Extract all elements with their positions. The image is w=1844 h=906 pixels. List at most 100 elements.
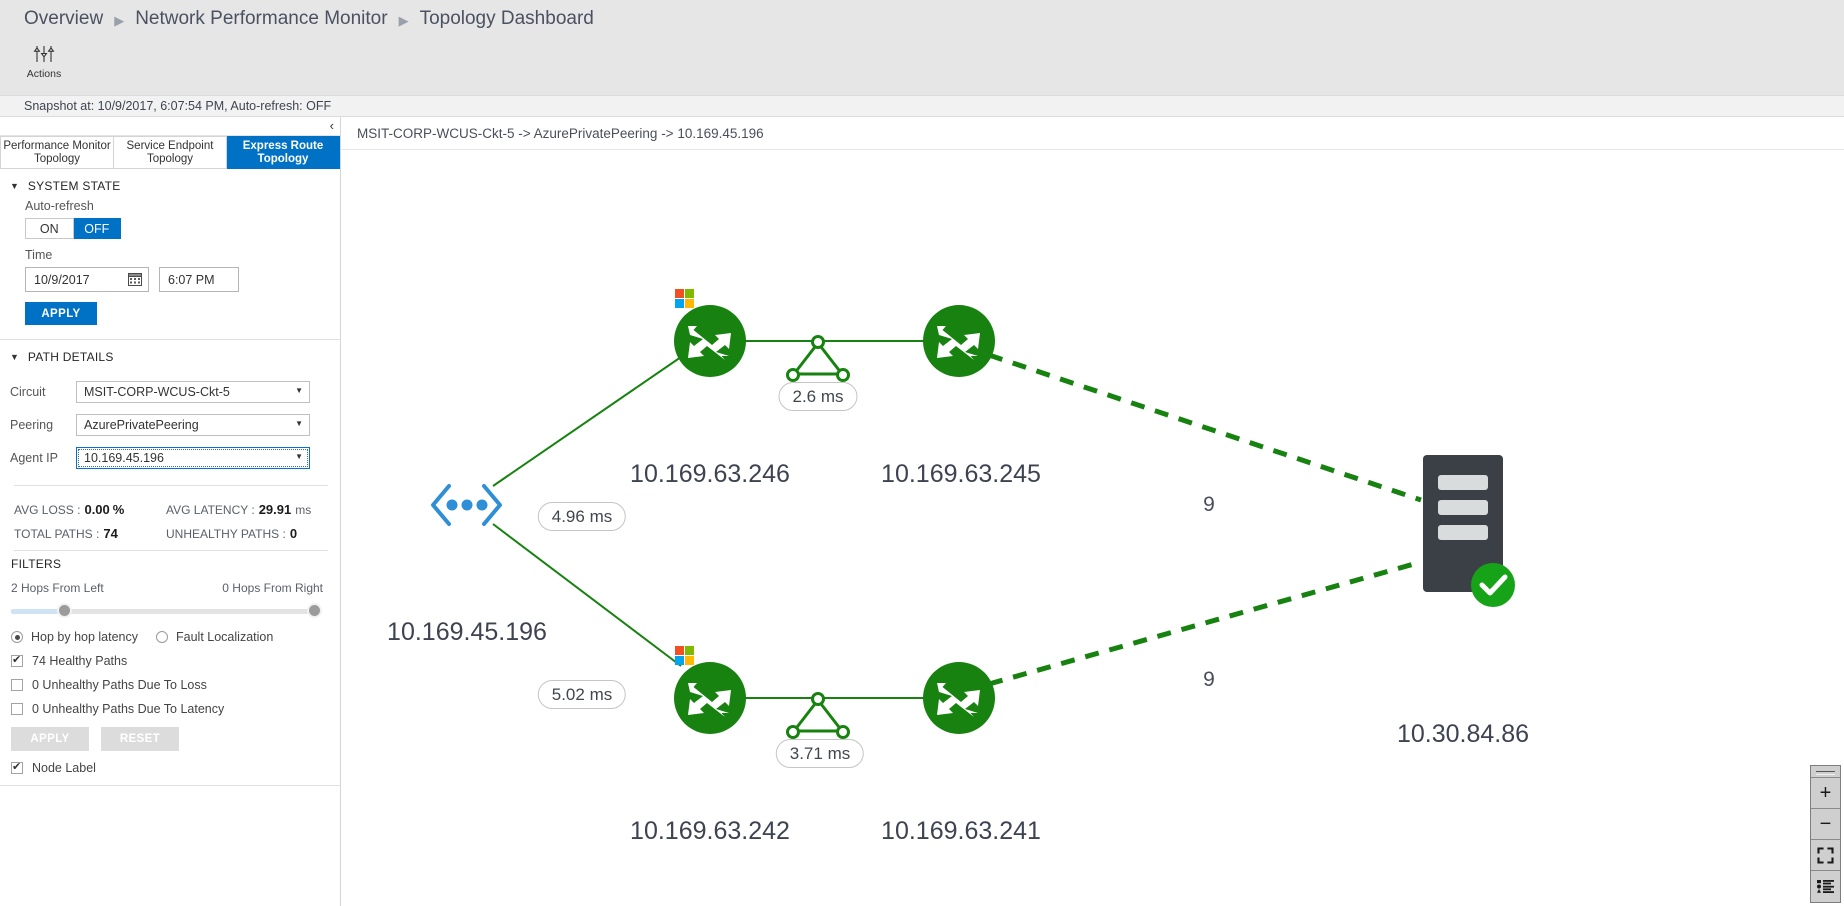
avg-loss-unit: % bbox=[112, 502, 125, 517]
unhealthy-latency-filter-row: 0 Unhealthy Paths Due To Latency bbox=[0, 692, 340, 716]
slider-thumb-left[interactable] bbox=[56, 603, 72, 618]
filters-reset-button[interactable]: RESET bbox=[101, 727, 179, 751]
checkbox-healthy-paths-label: 74 Healthy Paths bbox=[32, 654, 128, 668]
node-router-10-169-63-246[interactable] bbox=[674, 305, 746, 377]
checkbox-unhealthy-paths-latency[interactable] bbox=[11, 703, 23, 715]
hop-count-r4-server: 9 bbox=[1203, 668, 1215, 691]
radio-fault-localization-label: Fault Localization bbox=[176, 630, 274, 644]
peering-label: Peering bbox=[10, 418, 54, 432]
hops-labels-row: 2 Hops From Left 0 Hops From Right bbox=[0, 571, 340, 595]
node-router-10-169-63-245[interactable] bbox=[923, 305, 995, 377]
avg-latency-unit: ms bbox=[295, 503, 312, 517]
agent-ip-select-value: 10.169.45.196 bbox=[84, 451, 164, 465]
panel-bottom-divider bbox=[0, 785, 340, 786]
auto-refresh-label: Auto-refresh bbox=[25, 199, 94, 213]
checkbox-unhealthy-paths-latency-label: 0 Unhealthy Paths Due To Latency bbox=[32, 702, 225, 716]
actions-button[interactable]: Actions bbox=[24, 45, 64, 80]
checkbox-node-label[interactable] bbox=[11, 760, 23, 774]
tab-service-endpoint-topology[interactable]: Service Endpoint Topology bbox=[114, 136, 227, 169]
node-label-filter-row: Node Label bbox=[0, 751, 340, 775]
path-details-section-header[interactable]: ▼ PATH DETAILS bbox=[0, 340, 340, 370]
zoom-in-button[interactable]: + bbox=[1811, 778, 1840, 809]
node-label-r3: 10.169.63.242 bbox=[630, 817, 790, 845]
collapse-panel-icon[interactable]: ‹ bbox=[330, 117, 334, 134]
system-state-apply-button[interactable]: APPLY bbox=[25, 302, 97, 325]
tab-express-route-topology[interactable]: Express Route Topology bbox=[227, 136, 340, 169]
cluster-icon-top bbox=[786, 335, 850, 382]
node-label-r4: 10.169.63.241 bbox=[881, 817, 1041, 845]
cluster-icon-bottom bbox=[786, 692, 850, 739]
topology-dashboard-app: Overview ▶ Network Performance Monitor ▶… bbox=[0, 0, 1844, 906]
breadcrumb: Overview ▶ Network Performance Monitor ▶… bbox=[24, 6, 594, 32]
zoom-out-button[interactable]: − bbox=[1811, 809, 1840, 840]
fit-to-screen-button[interactable] bbox=[1811, 840, 1840, 871]
legend-button[interactable] bbox=[1811, 871, 1840, 902]
circuit-label: Circuit bbox=[10, 385, 46, 399]
circuit-select[interactable]: MSIT-CORP-WCUS-Ckt-5 ▼ bbox=[76, 381, 310, 403]
avg-latency-value: 29.91 bbox=[258, 502, 292, 517]
avg-loss-value: 0.00 bbox=[84, 502, 110, 517]
avg-latency-stat: AVG LATENCY : 29.91 ms bbox=[166, 502, 311, 517]
time-input[interactable]: 6:07 PM bbox=[159, 267, 239, 292]
topology-graph[interactable]: 2.6 ms 4.96 ms 5.02 ms 3.71 ms 9 9 10.16… bbox=[341, 150, 1844, 906]
breadcrumb-separator-icon: ▶ bbox=[398, 12, 409, 28]
breadcrumb-item-network-performance-monitor[interactable]: Network Performance Monitor bbox=[135, 8, 387, 30]
latency-pill-agent-r1[interactable]: 4.96 ms bbox=[537, 502, 627, 531]
avg-loss-stat: AVG LOSS : 0.00 % bbox=[14, 502, 166, 517]
peering-select[interactable]: AzurePrivatePeering ▼ bbox=[76, 414, 310, 436]
sliders-icon bbox=[24, 45, 64, 67]
chevron-down-icon: ▼ bbox=[10, 181, 19, 191]
total-paths-value: 74 bbox=[103, 526, 118, 541]
radio-hop-by-hop-latency-label: Hop by hop latency bbox=[31, 630, 139, 644]
link-r4-to-server[interactable] bbox=[988, 559, 1422, 687]
auto-refresh-on-option[interactable]: ON bbox=[25, 218, 74, 239]
system-state-section-header[interactable]: ▼ SYSTEM STATE bbox=[0, 169, 340, 199]
avg-loss-label: AVG LOSS : bbox=[14, 503, 81, 517]
peering-select-value: AzurePrivatePeering bbox=[84, 418, 199, 432]
snapshot-status-bar: Snapshot at: 10/9/2017, 6:07:54 PM, Auto… bbox=[0, 95, 1844, 117]
filters-title: FILTERS bbox=[11, 557, 62, 571]
filters-apply-button[interactable]: APPLY bbox=[11, 727, 89, 751]
agent-ip-select[interactable]: 10.169.45.196 ▼ bbox=[76, 447, 310, 469]
checkbox-healthy-paths[interactable] bbox=[11, 653, 23, 667]
radio-hop-by-hop-latency[interactable] bbox=[11, 631, 23, 643]
latency-pill-r1-r2[interactable]: 2.6 ms bbox=[778, 382, 858, 411]
latency-pill-agent-r3[interactable]: 5.02 ms bbox=[537, 680, 627, 709]
node-router-10-169-63-242[interactable] bbox=[674, 662, 746, 734]
auto-refresh-off-option[interactable]: OFF bbox=[73, 218, 121, 239]
chevron-down-icon: ▼ bbox=[295, 386, 303, 395]
zoom-controls: + − bbox=[1810, 765, 1841, 903]
path-statistics: AVG LOSS : 0.00 % AVG LATENCY : 29.91 ms… bbox=[0, 486, 340, 541]
hop-count-r2-server: 9 bbox=[1203, 493, 1215, 516]
tab-performance-monitor-topology[interactable]: Performance Monitor Topology bbox=[0, 136, 114, 169]
latency-pill-r3-r4[interactable]: 3.71 ms bbox=[775, 739, 865, 768]
time-label: Time bbox=[25, 248, 53, 262]
node-server-10-30-84-86[interactable] bbox=[1423, 455, 1515, 607]
date-input-value: 10/9/2017 bbox=[34, 272, 90, 287]
breadcrumb-separator-icon: ▶ bbox=[114, 12, 125, 28]
link-r2-to-server[interactable] bbox=[988, 352, 1422, 503]
checkbox-unhealthy-paths-loss[interactable] bbox=[11, 679, 23, 691]
node-agent[interactable] bbox=[431, 484, 502, 526]
hops-range-slider[interactable] bbox=[11, 603, 322, 618]
node-label-r1: 10.169.63.246 bbox=[630, 460, 790, 488]
stats-row-2: TOTAL PATHS : 74 UNHEALTHY PATHS : 0 bbox=[14, 526, 330, 541]
breadcrumb-item-topology-dashboard[interactable]: Topology Dashboard bbox=[420, 8, 594, 30]
slider-thumb-right[interactable] bbox=[307, 603, 322, 618]
calendar-icon[interactable] bbox=[128, 272, 142, 290]
auto-refresh-toggle[interactable]: ON OFF bbox=[25, 218, 121, 239]
unhealthy-paths-value: 0 bbox=[289, 526, 298, 541]
zoom-controls-drag-handle[interactable] bbox=[1811, 766, 1840, 778]
node-router-10-169-63-241[interactable] bbox=[923, 662, 995, 734]
system-state-title: SYSTEM STATE bbox=[27, 179, 121, 193]
breadcrumb-item-overview[interactable]: Overview bbox=[24, 8, 103, 30]
filters-button-row: APPLY RESET bbox=[0, 716, 340, 751]
date-input[interactable]: 10/9/2017 bbox=[25, 267, 149, 292]
circuit-select-value: MSIT-CORP-WCUS-Ckt-5 bbox=[84, 385, 230, 399]
radio-fault-localization[interactable] bbox=[156, 631, 169, 643]
path-header-text: MSIT-CORP-WCUS-Ckt-5 -> AzurePrivatePeer… bbox=[357, 126, 764, 141]
checkbox-node-label-label: Node Label bbox=[32, 761, 96, 775]
microsoft-logo-icon bbox=[675, 646, 694, 665]
latency-mode-radio-group: Hop by hop latency Fault Localization bbox=[0, 618, 340, 644]
agent-ip-label: Agent IP bbox=[10, 451, 58, 465]
